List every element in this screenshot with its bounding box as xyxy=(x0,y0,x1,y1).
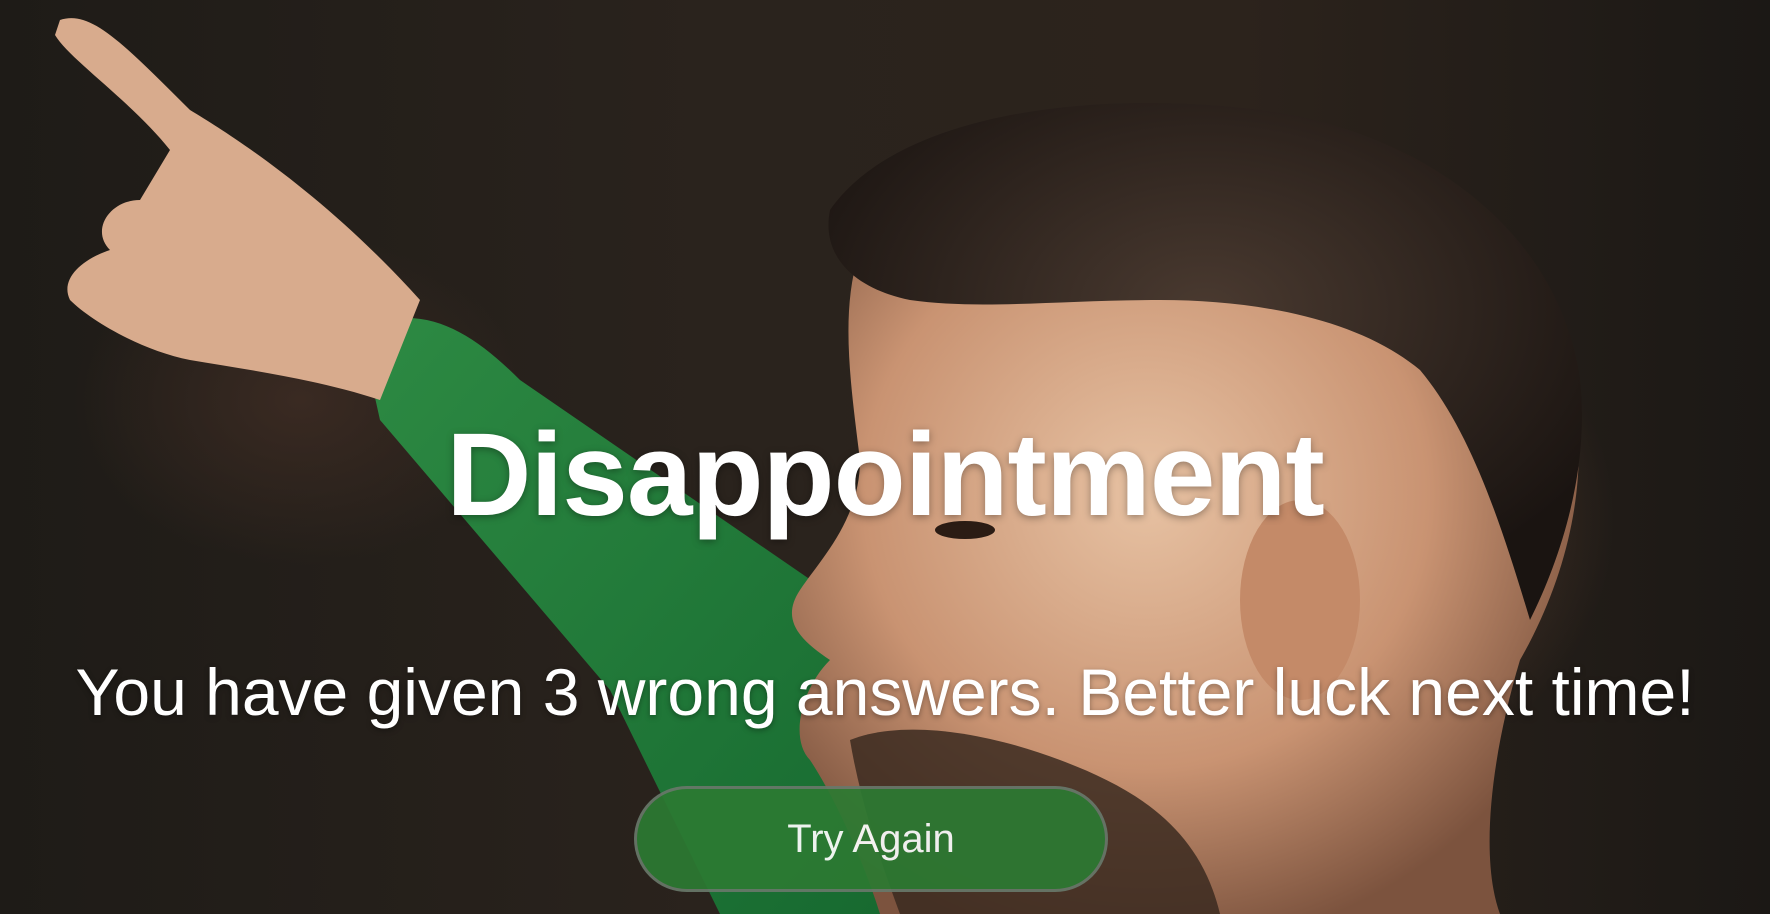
try-again-button[interactable]: Try Again xyxy=(634,786,1108,892)
result-title: Disappointment xyxy=(446,409,1325,541)
result-message: You have given 3 wrong answers. Better l… xyxy=(75,655,1695,729)
result-screen: Disappointment You have given 3 wrong an… xyxy=(0,0,1770,914)
